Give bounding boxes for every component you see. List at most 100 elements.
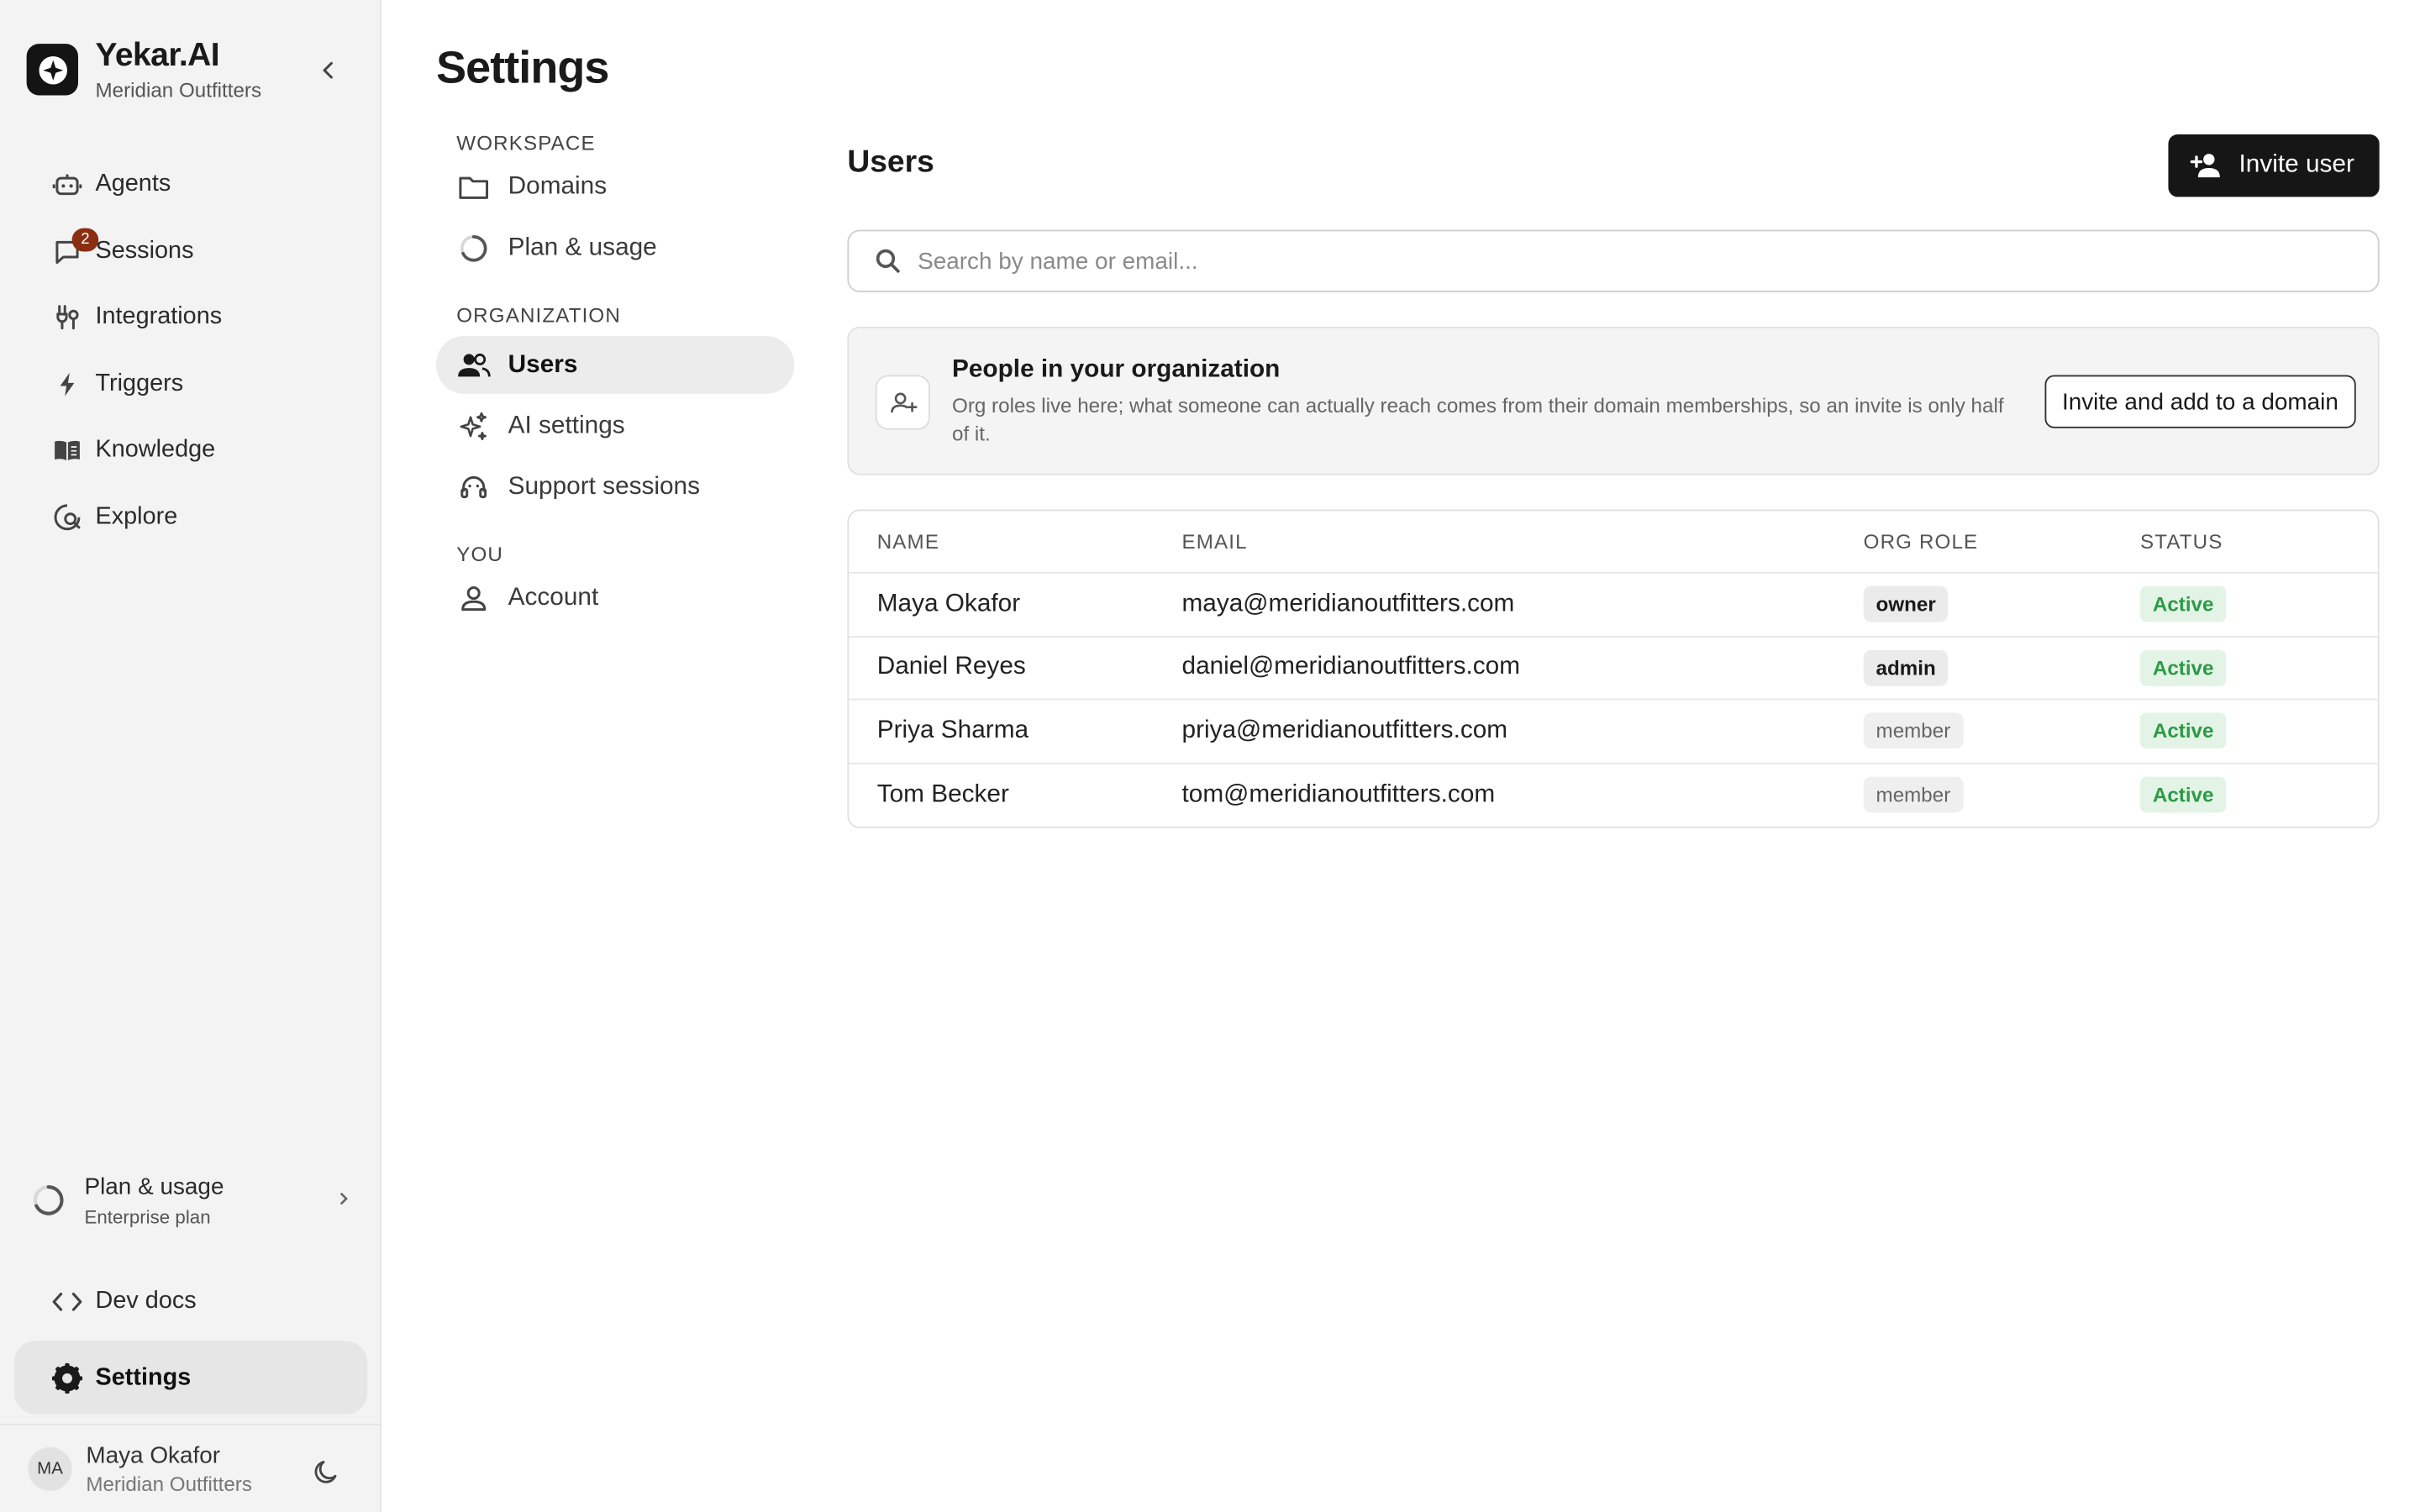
page-title: Settings — [436, 44, 609, 94]
sidebar-item-label: Integrations — [95, 303, 223, 331]
table-row[interactable]: Maya Okafor maya@meridianoutfitters.com … — [849, 574, 2378, 638]
user-email-cell: maya@meridianoutfitters.com — [1181, 590, 1515, 617]
book-icon — [50, 433, 85, 468]
user-name-cell: Priya Sharma — [876, 717, 1029, 744]
user-name-cell: Tom Becker — [876, 780, 1009, 808]
brand-name: Yekar.AI — [95, 37, 220, 74]
brand-org: Meridian Outfitters — [95, 78, 262, 102]
sidebar-item-agents[interactable]: Agents — [34, 151, 366, 218]
org-info-title: People in your organization — [952, 356, 1281, 383]
chevron-left-icon — [323, 61, 333, 79]
sidebar-item-label: Sessions — [95, 237, 194, 264]
status-badge: Active — [2139, 649, 2227, 686]
role-badge: admin — [1863, 649, 1949, 686]
user-name-cell: Maya Okafor — [876, 590, 1021, 617]
subnav-section-organization: ORGANIZATION — [456, 302, 621, 327]
subnav-section-you: YOU — [456, 542, 504, 566]
users-panel-title: Users — [847, 145, 934, 180]
role-badge: member — [1863, 777, 1964, 813]
status-badge: Active — [2139, 712, 2227, 749]
subnav-item-label: Support sessions — [508, 472, 700, 500]
app-scale: Yekar.AI Meridian Outfitters Agents 2 Se… — [0, 0, 2420, 1512]
org-info-card: People in your organization Org roles li… — [847, 326, 2380, 475]
role-badge: member — [1863, 712, 1964, 749]
sidebar-item-sessions[interactable]: 2 Sessions — [34, 218, 366, 285]
brand-logo-icon — [26, 44, 79, 96]
sidebar-item-label: Triggers — [95, 370, 184, 397]
table-row[interactable]: Daniel Reyes daniel@meridianoutfitters.c… — [849, 637, 2378, 701]
subnav-item-label: AI settings — [508, 412, 625, 438]
usage-ring-icon — [456, 232, 491, 263]
current-user[interactable]: MA Maya Okafor Meridian Outfitters — [0, 1423, 381, 1512]
plan-title: Plan & usage — [84, 1173, 224, 1200]
sidebar-item-label: Settings — [95, 1363, 192, 1390]
user-email-cell: priya@meridianoutfitters.com — [1181, 717, 1508, 744]
sparkle-icon — [456, 410, 491, 441]
sessions-count-badge: 2 — [71, 227, 99, 251]
brand[interactable]: Yekar.AI Meridian Outfitters — [26, 37, 262, 102]
sidebar-item-settings[interactable]: Settings — [13, 1341, 368, 1415]
user-name: Maya Okafor — [86, 1441, 221, 1469]
column-header-status[interactable]: STATUS — [2140, 530, 2375, 554]
robot-icon — [50, 168, 85, 202]
table-row[interactable]: Tom Becker tom@meridianoutfitters.com me… — [849, 764, 2378, 827]
sidebar-nav: Agents 2 Sessions Integrations Triggers — [34, 151, 366, 549]
column-header-email[interactable]: EMAIL — [1182, 530, 1864, 554]
invite-user-button[interactable]: Invite user — [2168, 134, 2380, 197]
column-header-name[interactable]: NAME — [849, 530, 1181, 554]
app-window: Yekar.AI Meridian Outfitters Agents 2 Se… — [0, 0, 2420, 1512]
add-person-icon — [875, 375, 930, 430]
sidebar-item-triggers[interactable]: Triggers — [34, 351, 366, 417]
org-info-description: Org roles live here; what someone can ac… — [952, 393, 2004, 446]
person-icon — [456, 582, 491, 613]
moon-icon[interactable] — [313, 1458, 340, 1494]
invite-and-add-to-domain-button[interactable]: Invite and add to a domain — [2044, 375, 2356, 428]
subnav-item-users[interactable]: Users — [436, 336, 795, 394]
support-icon — [456, 471, 491, 502]
user-name-cell: Daniel Reyes — [876, 654, 1026, 680]
sidebar-plan-usage[interactable]: Plan & usage Enterprise plan — [28, 1159, 359, 1241]
avatar: MA — [28, 1446, 72, 1491]
users-table: NAME EMAIL ORG ROLE STATUS Maya Okafor m… — [847, 509, 2380, 829]
sidebar: Yekar.AI Meridian Outfitters Agents 2 Se… — [0, 0, 381, 1512]
users-panel: Users Invite user People in your organiz… — [847, 131, 2380, 829]
search-box[interactable] — [847, 229, 2380, 292]
subnav-item-domains[interactable]: Domains — [436, 158, 794, 216]
users-table-header: NAME EMAIL ORG ROLE STATUS — [849, 511, 2378, 574]
sidebar-item-dev-docs[interactable]: Dev docs — [34, 1269, 366, 1335]
subnav-item-ai-settings[interactable]: AI settings — [436, 397, 794, 455]
explore-icon — [50, 500, 85, 534]
sidebar-item-label: Knowledge — [95, 436, 216, 464]
sidebar-item-integrations[interactable]: Integrations — [34, 285, 366, 351]
table-row[interactable]: Priya Sharma priya@meridianoutfitters.co… — [849, 700, 2378, 764]
subnav-item-plan-usage[interactable]: Plan & usage — [436, 218, 794, 276]
user-org: Meridian Outfitters — [86, 1472, 252, 1495]
status-badge: Active — [2139, 586, 2227, 622]
sidebar-item-label: Dev docs — [95, 1288, 197, 1315]
user-email-cell: tom@meridianoutfitters.com — [1181, 780, 1496, 808]
usage-ring-icon — [28, 1183, 68, 1217]
search-input[interactable] — [918, 247, 2325, 275]
chevron-right-icon — [338, 1188, 350, 1215]
sidebar-item-explore[interactable]: Explore — [34, 484, 366, 550]
role-badge: owner — [1863, 586, 1949, 622]
subnav-item-label: Users — [508, 350, 578, 378]
column-header-org-role[interactable]: ORG ROLE — [1864, 530, 2140, 554]
subnav-item-label: Account — [508, 583, 599, 611]
status-badge: Active — [2139, 777, 2227, 813]
subnav-section-workspace: WORKSPACE — [456, 131, 596, 155]
sidebar-item-knowledge[interactable]: Knowledge — [34, 417, 366, 484]
bolt-icon — [50, 367, 85, 402]
sidebar-item-label: Explore — [95, 502, 178, 530]
subnav-item-support-sessions[interactable]: Support sessions — [436, 458, 794, 516]
users-panel-header: Users Invite user — [847, 131, 2380, 197]
user-email-cell: daniel@meridianoutfitters.com — [1181, 654, 1521, 680]
gear-icon — [50, 1362, 85, 1394]
collapse-sidebar-button[interactable] — [313, 56, 344, 84]
sidebar-item-label: Agents — [95, 171, 171, 197]
settings-subnav: WORKSPACE Domains Plan & usage ORGANIZAT… — [436, 131, 795, 627]
code-icon — [50, 1289, 85, 1315]
search-icon — [876, 249, 900, 273]
add-person-icon — [2191, 154, 2221, 178]
subnav-item-account[interactable]: Account — [436, 569, 794, 627]
